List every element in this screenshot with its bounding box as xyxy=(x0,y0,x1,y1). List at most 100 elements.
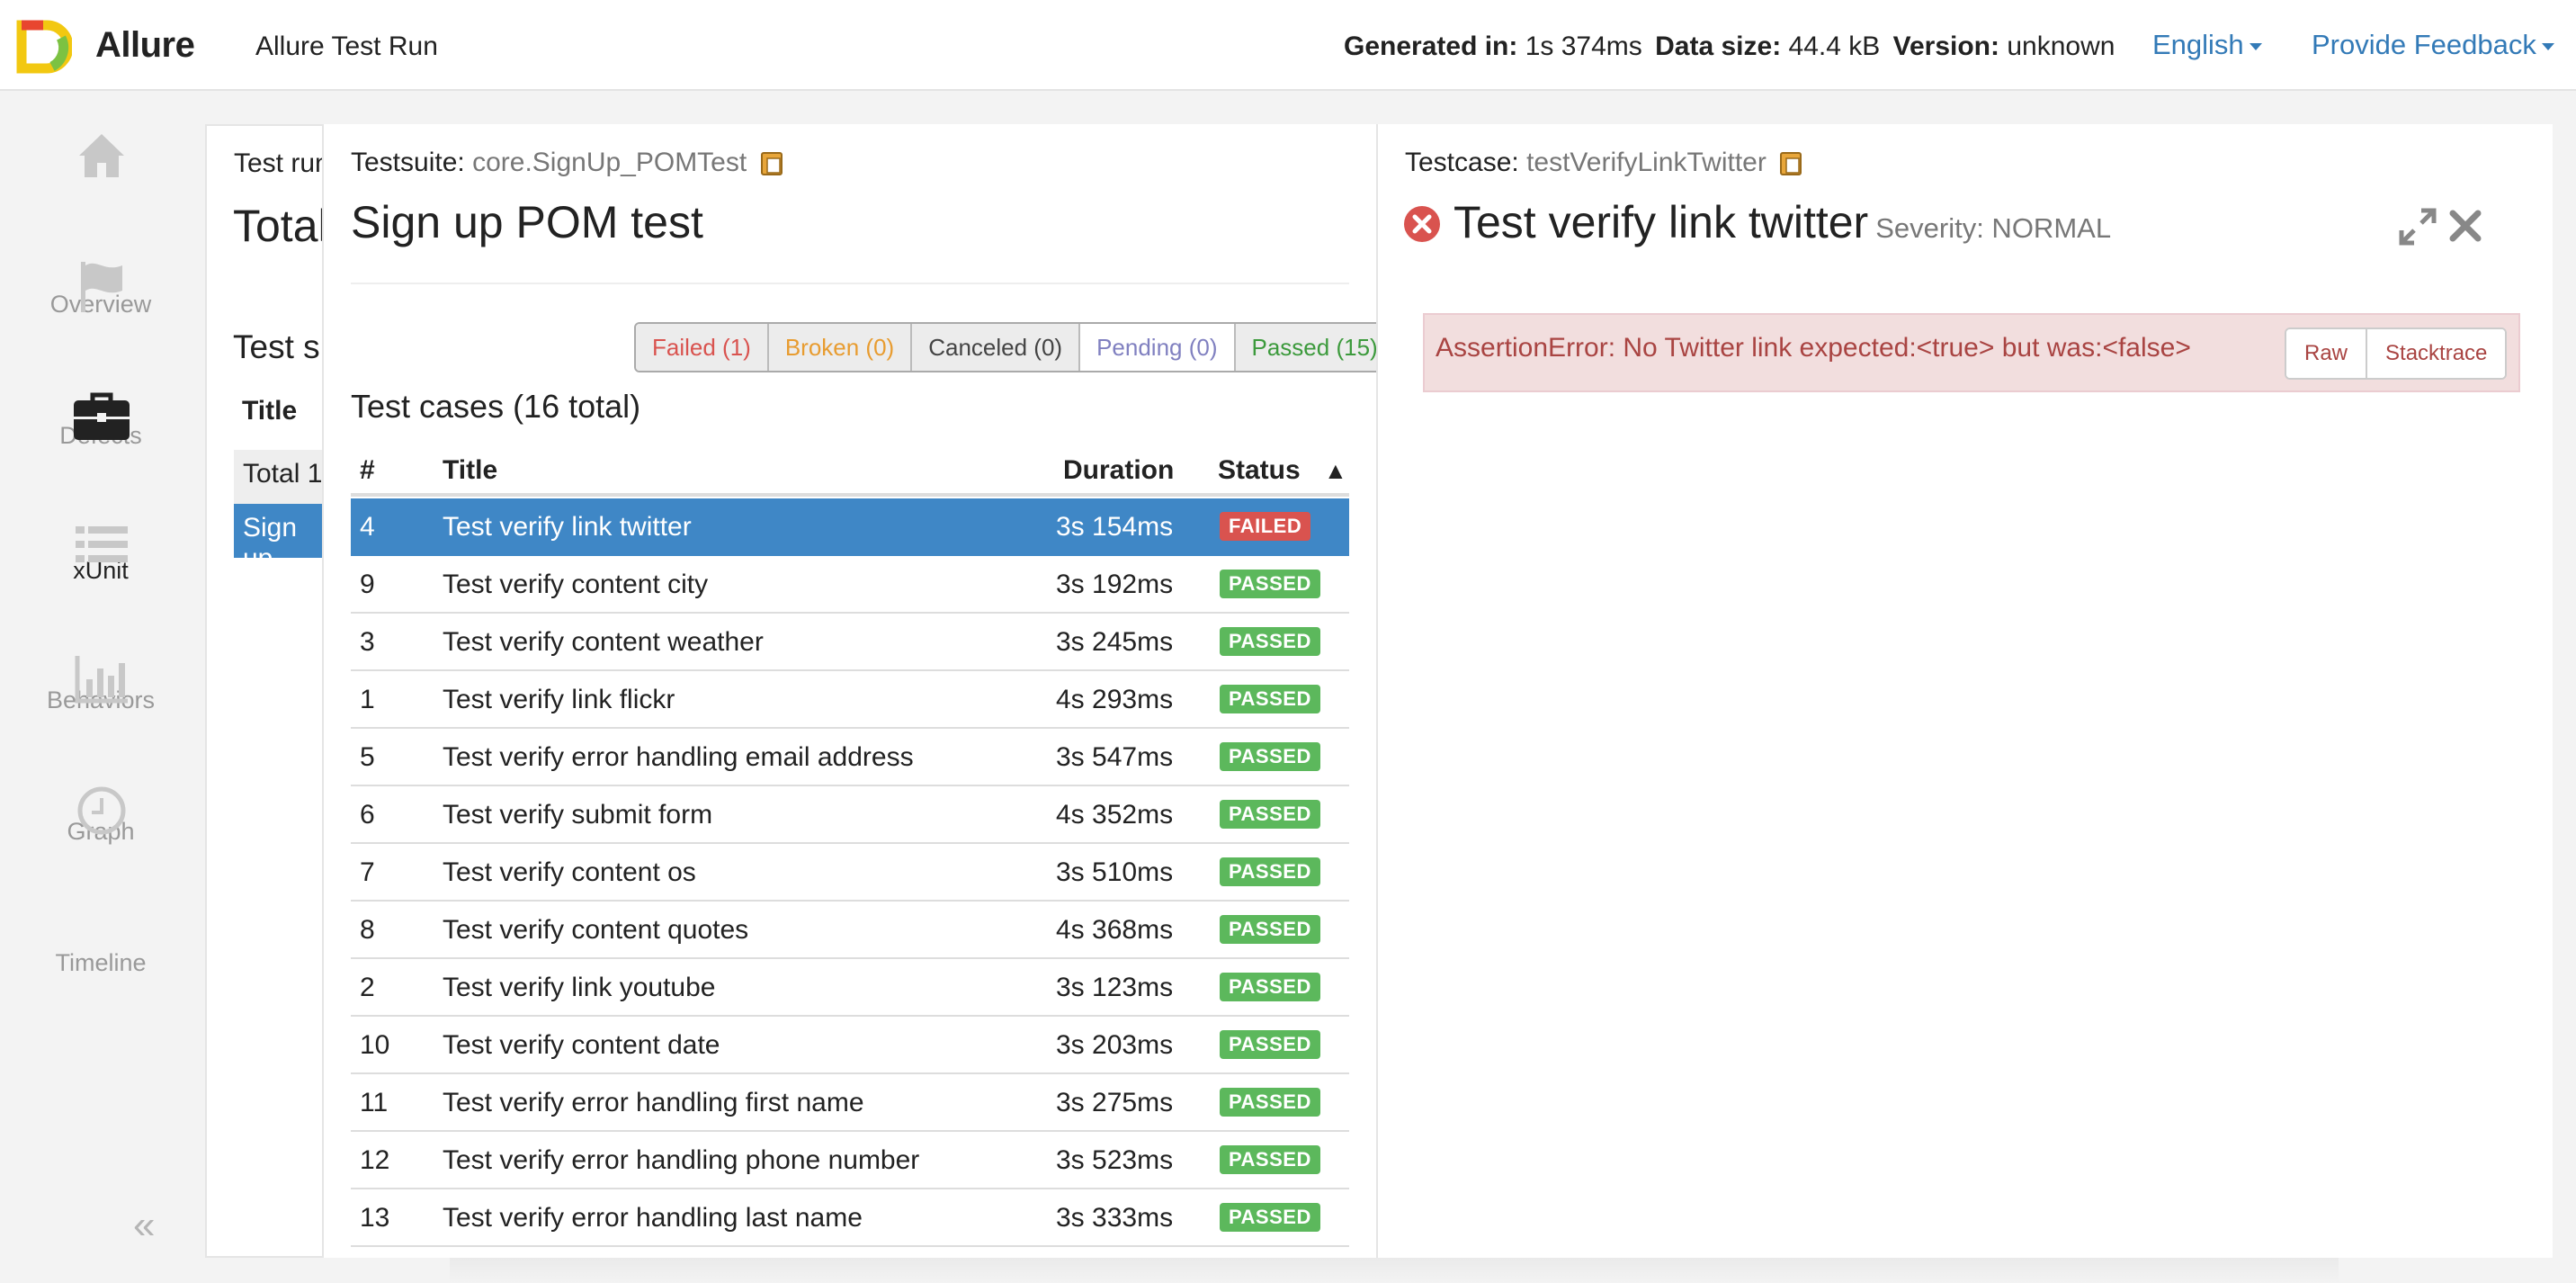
chevron-down-icon xyxy=(2541,42,2554,50)
status-filter-group: Failed (1) Broken (0) Canceled (0) Pendi… xyxy=(634,322,1376,372)
feedback-dropdown[interactable]: Provide Feedback xyxy=(2312,29,2554,61)
status-badge: PASSED xyxy=(1220,627,1320,656)
table-row[interactable]: 7 Test verify content os 3s 510ms PASSED xyxy=(351,844,1349,902)
sidebar-item-behaviors[interactable]: Behaviors xyxy=(0,521,201,713)
row-number: 1 xyxy=(360,685,375,714)
table-row[interactable]: 6 Test verify submit form 4s 352ms PASSED xyxy=(351,786,1349,844)
close-icon[interactable] xyxy=(2448,209,2482,243)
copy-icon[interactable] xyxy=(760,151,783,176)
stacktrace-button[interactable]: Stacktrace xyxy=(2367,329,2506,378)
row-title: Test verify content os xyxy=(443,857,696,887)
filter-passed-button[interactable]: Passed (15) xyxy=(1235,324,1376,371)
row-number: 10 xyxy=(360,1030,390,1060)
data-size-value: 44.4 kB xyxy=(1788,31,1881,61)
column-header-status[interactable]: Status xyxy=(1218,455,1301,486)
raw-button[interactable]: Raw xyxy=(2286,329,2368,378)
row-title: Test verify error handling phone number xyxy=(443,1145,920,1175)
sidebar-item-overview[interactable]: Overview xyxy=(0,129,201,318)
table-row[interactable]: 9 Test verify content city 3s 192ms PASSED xyxy=(351,556,1349,614)
testcase-title-row: Test verify link twitter Severity: NORMAL xyxy=(1453,196,2111,248)
data-size-label: Data size: xyxy=(1655,31,1782,61)
clock-icon xyxy=(77,786,126,835)
row-number: 5 xyxy=(360,742,375,772)
table-row[interactable]: 13 Test verify error handling last name 3s… xyxy=(351,1189,1349,1247)
background-title: Total xyxy=(233,201,328,251)
sidebar-item-timeline[interactable]: Timeline xyxy=(0,784,201,976)
testcase-breadcrumb: Testcase: testVerifyLinkTwitter xyxy=(1405,148,1802,178)
table-row[interactable]: 11 Test verify error handling first name 3… xyxy=(351,1074,1349,1132)
row-title: Test verify content quotes xyxy=(443,915,749,945)
divider xyxy=(351,283,1349,284)
table-row[interactable]: 5 Test verify error handling email addres… xyxy=(351,729,1349,786)
table-row[interactable]: 12 Test verify error handling phone numbe… xyxy=(351,1132,1349,1189)
row-title: Test verify link twitter xyxy=(443,512,692,542)
table-row[interactable]: 4 Test verify link twitter 3s 154ms FAILED xyxy=(351,498,1349,556)
status-badge: PASSED xyxy=(1220,800,1320,829)
sidebar: Overview Defects xUnit Behaviors xyxy=(0,93,201,1283)
table-row[interactable]: 10 Test verify content date 3s 203ms PASSED xyxy=(351,1017,1349,1074)
row-duration: 4s 293ms xyxy=(1056,685,1174,714)
sidebar-item-label: Timeline xyxy=(55,949,147,976)
row-duration: 3s 333ms xyxy=(1056,1203,1174,1233)
row-title: Test verify submit form xyxy=(443,800,713,830)
row-number: 12 xyxy=(360,1145,390,1175)
sidebar-item-xunit[interactable]: xUnit xyxy=(0,390,201,584)
testsuite-label: Testsuite: xyxy=(351,148,465,177)
row-number: 7 xyxy=(360,857,375,887)
list-icon xyxy=(76,526,128,562)
table-row[interactable]: 2 Test verify link youtube 3s 123ms PASSED xyxy=(351,959,1349,1017)
report-meta: Generated in: 1s 374ms Data size: 44.4 k… xyxy=(1344,31,2120,62)
sort-ascending-icon[interactable]: ▲ xyxy=(1324,457,1347,485)
table-header: # Title Duration Status ▲ xyxy=(351,448,1349,497)
top-bar: Allure Allure Test Run Generated in: 1s … xyxy=(0,0,2576,91)
row-duration: 3s 123ms xyxy=(1056,973,1174,1002)
row-number: 11 xyxy=(360,1088,389,1117)
allure-logo-icon[interactable] xyxy=(16,20,72,74)
test-cases-table: 4 Test verify link twitter 3s 154ms FAILED 9… xyxy=(351,498,1349,1247)
home-icon xyxy=(79,134,124,177)
background-row-total[interactable]: Total 1 xyxy=(234,450,324,504)
background-column-title: Title xyxy=(242,396,298,426)
table-row[interactable]: 3 Test verify content weather 3s 245ms PASS… xyxy=(351,614,1349,671)
column-header-duration[interactable]: Duration xyxy=(1063,455,1174,486)
collapse-sidebar-button[interactable]: « xyxy=(133,1203,155,1248)
row-duration: 4s 352ms xyxy=(1056,800,1174,830)
copy-icon[interactable] xyxy=(1779,151,1802,176)
flag-icon xyxy=(81,262,122,312)
row-title: Test verify content city xyxy=(443,570,709,599)
language-label: English xyxy=(2152,29,2244,60)
sidebar-item-graph[interactable]: Graph xyxy=(0,652,201,845)
row-number: 8 xyxy=(360,915,375,945)
test-cases-heading: Test cases (16 total) xyxy=(351,388,641,425)
error-message: AssertionError: No Twitter link expected… xyxy=(1436,333,2191,363)
column-header-number[interactable]: # xyxy=(360,455,375,486)
status-badge: PASSED xyxy=(1220,857,1320,886)
status-badge: PASSED xyxy=(1220,742,1320,771)
row-title: Test verify link youtube xyxy=(443,973,716,1002)
error-alert: AssertionError: No Twitter link expected… xyxy=(1423,313,2520,392)
row-number: 9 xyxy=(360,570,375,599)
row-duration: 3s 547ms xyxy=(1056,742,1174,772)
row-duration: 3s 245ms xyxy=(1056,627,1174,657)
status-badge: PASSED xyxy=(1220,1203,1320,1232)
filter-broken-button[interactable]: Broken (0) xyxy=(768,324,913,371)
row-title: Test verify content date xyxy=(443,1030,720,1060)
column-header-title[interactable]: Title xyxy=(443,455,497,486)
background-row-selected[interactable]: Sign up xyxy=(234,504,324,573)
language-dropdown[interactable]: English xyxy=(2152,29,2262,61)
sidebar-item-defects[interactable]: Defects xyxy=(0,260,201,449)
row-title: Test verify link flickr xyxy=(443,685,675,714)
expand-icon[interactable] xyxy=(2398,207,2437,247)
filter-pending-button[interactable]: Pending (0) xyxy=(1080,324,1236,371)
brand-name[interactable]: Allure xyxy=(95,25,195,66)
table-row[interactable]: 1 Test verify link flickr 4s 293ms PASSED xyxy=(351,671,1349,729)
background-breadcrumb: Test run xyxy=(234,148,330,178)
filter-canceled-button[interactable]: Canceled (0) xyxy=(912,324,1081,371)
row-number: 13 xyxy=(360,1203,390,1233)
bar-chart-icon xyxy=(75,656,128,704)
briefcase-icon xyxy=(74,392,130,440)
table-row[interactable]: 8 Test verify content quotes 4s 368ms PASSE… xyxy=(351,902,1349,959)
chevron-down-icon xyxy=(2249,42,2262,50)
filter-failed-button[interactable]: Failed (1) xyxy=(636,324,769,371)
status-badge: PASSED xyxy=(1220,1145,1320,1174)
